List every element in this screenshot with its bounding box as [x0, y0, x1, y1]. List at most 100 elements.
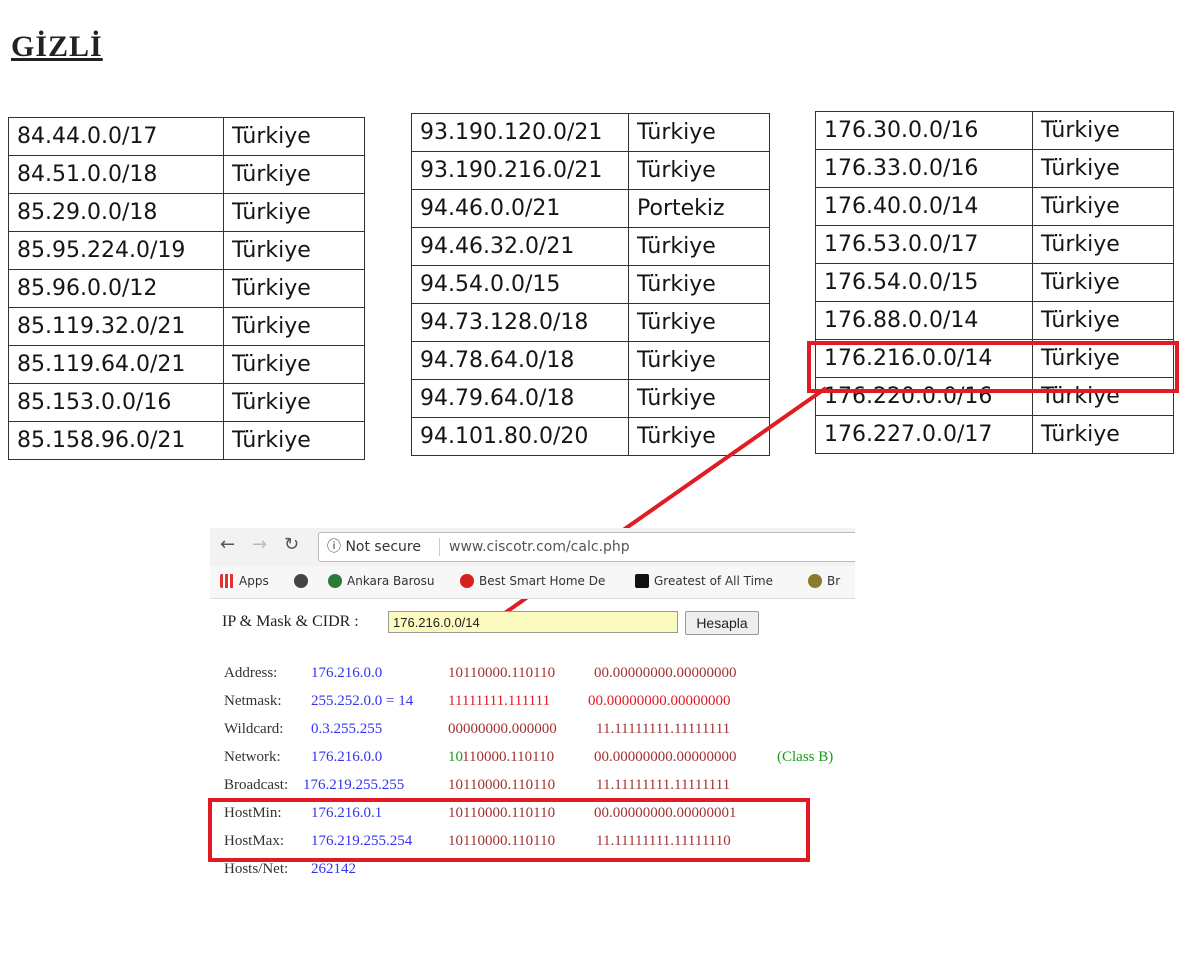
country-cell: Türkiye [1032, 415, 1174, 454]
ip-range-cell: 176.33.0.0/16 [815, 149, 1033, 188]
result-value: 0.3.255.255 [311, 721, 383, 737]
result-value: 176.219.255.255 [303, 777, 405, 793]
ip-range-table-3: 176.30.0.0/16 Türkiye 176.33.0.0/16 Türkiye… [815, 111, 1177, 461]
table-row: 94.79.64.0/18 Türkiye [411, 379, 770, 418]
ip-range-cell: 94.79.64.0/18 [411, 379, 629, 418]
table-row: 176.88.0.0/14 Türkiye [815, 301, 1174, 340]
not-secure-indicator[interactable]: ⓘ Not secure [327, 533, 421, 561]
apps-grid-icon [220, 574, 234, 588]
bookmark-label: Br [827, 574, 841, 588]
table-row: 176.40.0.0/14 Türkiye [815, 187, 1174, 226]
result-binary-host: 00.00000000.00000000 [594, 665, 737, 681]
highlight-box-table-row [807, 341, 1179, 393]
ankara-barosu-logo-icon [328, 574, 342, 588]
country-cell: Türkiye [1032, 301, 1174, 340]
browser-window: ← → ↻ ⓘ Not secure www.ciscotr.com/calc.… [210, 528, 855, 600]
url-field[interactable]: ⓘ Not secure www.ciscotr.com/calc.php [318, 532, 855, 562]
ip-range-cell: 94.46.32.0/21 [411, 227, 629, 266]
table-row: 85.96.0.0/12 Türkiye [8, 269, 365, 308]
table-row: 176.54.0.0/15 Türkiye [815, 263, 1174, 302]
country-cell: Türkiye [223, 269, 365, 308]
ip-cidr-input[interactable]: 176.216.0.0/14 [388, 611, 678, 633]
ip-range-cell: 176.54.0.0/15 [815, 263, 1033, 302]
result-value: 176.216.0.1 [311, 805, 383, 821]
ip-range-table-2: 93.190.120.0/21 Türkiye 93.190.216.0/21 Tür… [411, 113, 773, 461]
country-cell: Türkiye [628, 303, 770, 342]
result-label: Broadcast: [224, 777, 289, 793]
table-row: 176.53.0.0/17 Türkiye [815, 225, 1174, 264]
result-value: 255.252.0.0 = 14 [311, 693, 414, 709]
hesapla-button[interactable]: Hesapla [685, 611, 759, 635]
table-row: 176.227.0.0/17 Türkiye [815, 415, 1174, 454]
globe-icon [808, 574, 822, 588]
country-cell: Türkiye [628, 417, 770, 456]
result-binary-network: 11111111.111111 [448, 693, 551, 709]
country-cell: Türkiye [223, 155, 365, 194]
country-cell: Türkiye [1032, 111, 1174, 150]
ip-range-cell: 85.153.0.0/16 [8, 383, 224, 422]
table-row: 93.190.216.0/21 Türkiye [411, 151, 770, 190]
result-binary-network: 00000000.000000 [448, 721, 557, 737]
bookmark-apps[interactable]: Apps [220, 574, 269, 588]
ip-range-cell: 176.30.0.0/16 [815, 111, 1033, 150]
country-cell: Türkiye [628, 151, 770, 190]
country-cell: Türkiye [628, 341, 770, 380]
bookmark-label: Ankara Barosu [347, 574, 435, 588]
country-cell: Türkiye [1032, 225, 1174, 264]
table-row: 94.101.80.0/20 Türkiye [411, 417, 770, 456]
red-circle-icon [460, 574, 474, 588]
ip-range-cell: 85.158.96.0/21 [8, 421, 224, 460]
bookmark-greatest-of-all-time[interactable]: Greatest of All Time [635, 574, 773, 588]
country-cell: Türkiye [223, 345, 365, 384]
result-label: Address: [224, 665, 278, 681]
result-binary-host: 11.11111111.11111111 [596, 721, 731, 737]
ip-range-cell: 94.101.80.0/20 [411, 417, 629, 456]
bookmark-best-smart-home[interactable]: Best Smart Home De [460, 574, 605, 588]
result-class-note: (Class B) [777, 749, 834, 765]
forward-arrow-icon[interactable]: → [252, 534, 267, 555]
ip-range-cell: 85.119.32.0/21 [8, 307, 224, 346]
url-text: www.ciscotr.com/calc.php [449, 539, 630, 555]
country-cell: Türkiye [628, 265, 770, 304]
result-binary-host: 11.11111111.11111111 [596, 777, 731, 793]
url-separator [439, 538, 440, 556]
table-row: 85.95.224.0/19 Türkiye [8, 231, 365, 270]
ip-range-cell: 94.54.0.0/15 [411, 265, 629, 304]
country-cell: Türkiye [223, 421, 365, 460]
bookmark-label: Apps [239, 574, 269, 588]
result-label: HostMax: [224, 833, 284, 849]
ip-range-cell: 85.119.64.0/21 [8, 345, 224, 384]
ip-range-cell: 85.95.224.0/19 [8, 231, 224, 270]
result-label: Network: [224, 749, 281, 765]
country-cell: Portekiz [628, 189, 770, 228]
ip-range-cell: 94.73.128.0/18 [411, 303, 629, 342]
table-row: 94.73.128.0/18 Türkiye [411, 303, 770, 342]
table-row: 85.119.64.0/21 Türkiye [8, 345, 365, 384]
table-row: 176.30.0.0/16 Türkiye [815, 111, 1174, 150]
back-arrow-icon[interactable]: ← [220, 534, 235, 555]
country-cell: Türkiye [1032, 263, 1174, 302]
ip-range-cell: 84.51.0.0/18 [8, 155, 224, 194]
b-square-icon [635, 574, 649, 588]
ip-range-cell: 93.190.216.0/21 [411, 151, 629, 190]
result-label: Netmask: [224, 693, 282, 709]
country-cell: Türkiye [223, 117, 365, 156]
ip-range-cell: 176.53.0.0/17 [815, 225, 1033, 264]
ip-range-cell: 85.96.0.0/12 [8, 269, 224, 308]
bookmark-br[interactable]: Br [808, 574, 840, 588]
bookmark-ankara-barosu[interactable]: Ankara Barosu [328, 574, 434, 588]
bookmark-label: Best Smart Home De [479, 574, 606, 588]
result-label: Wildcard: [224, 721, 284, 737]
ip-mask-cidr-label: IP & Mask & CIDR : [222, 613, 359, 630]
result-binary-host: 00.00000000.00000000 [588, 693, 731, 709]
reload-icon[interactable]: ↻ [284, 534, 299, 555]
result-value: 176.219.255.254 [311, 833, 413, 849]
result-value: 262142 [311, 861, 356, 877]
bookmark-chat[interactable] [294, 574, 313, 588]
result-binary-network: 10110000.110110 [448, 665, 556, 681]
country-cell: Türkiye [628, 227, 770, 266]
country-cell: Türkiye [628, 113, 770, 152]
result-binary-network: 10110000.110110 [448, 805, 556, 821]
result-binary-host: 00.00000000.00000000 [594, 749, 737, 765]
ip-range-cell: 176.40.0.0/14 [815, 187, 1033, 226]
